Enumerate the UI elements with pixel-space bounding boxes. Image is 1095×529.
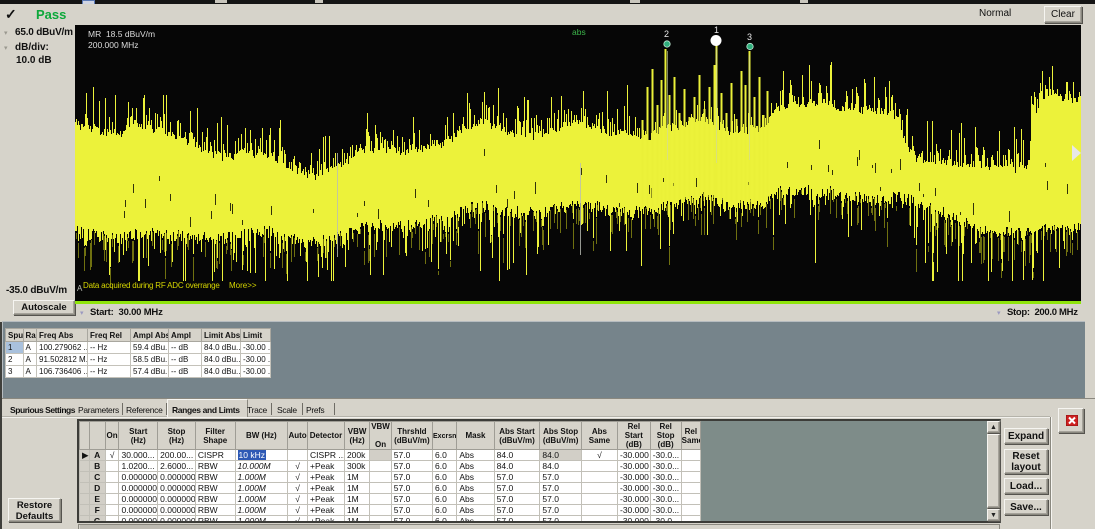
svg-text:1: 1 — [714, 25, 719, 35]
svg-text:More>>: More>> — [229, 281, 257, 290]
svg-text:3: 3 — [747, 32, 752, 42]
svg-text:200.000 MHz: 200.000 MHz — [88, 40, 139, 50]
svg-text:2: 2 — [664, 29, 669, 39]
svg-text:MR 18.5 dBuV/m: MR 18.5 dBuV/m — [88, 29, 155, 39]
svg-text:Data acquired during RF ADC ov: Data acquired during RF ADC overrange — [83, 281, 220, 290]
svg-text:abs: abs — [572, 27, 586, 37]
